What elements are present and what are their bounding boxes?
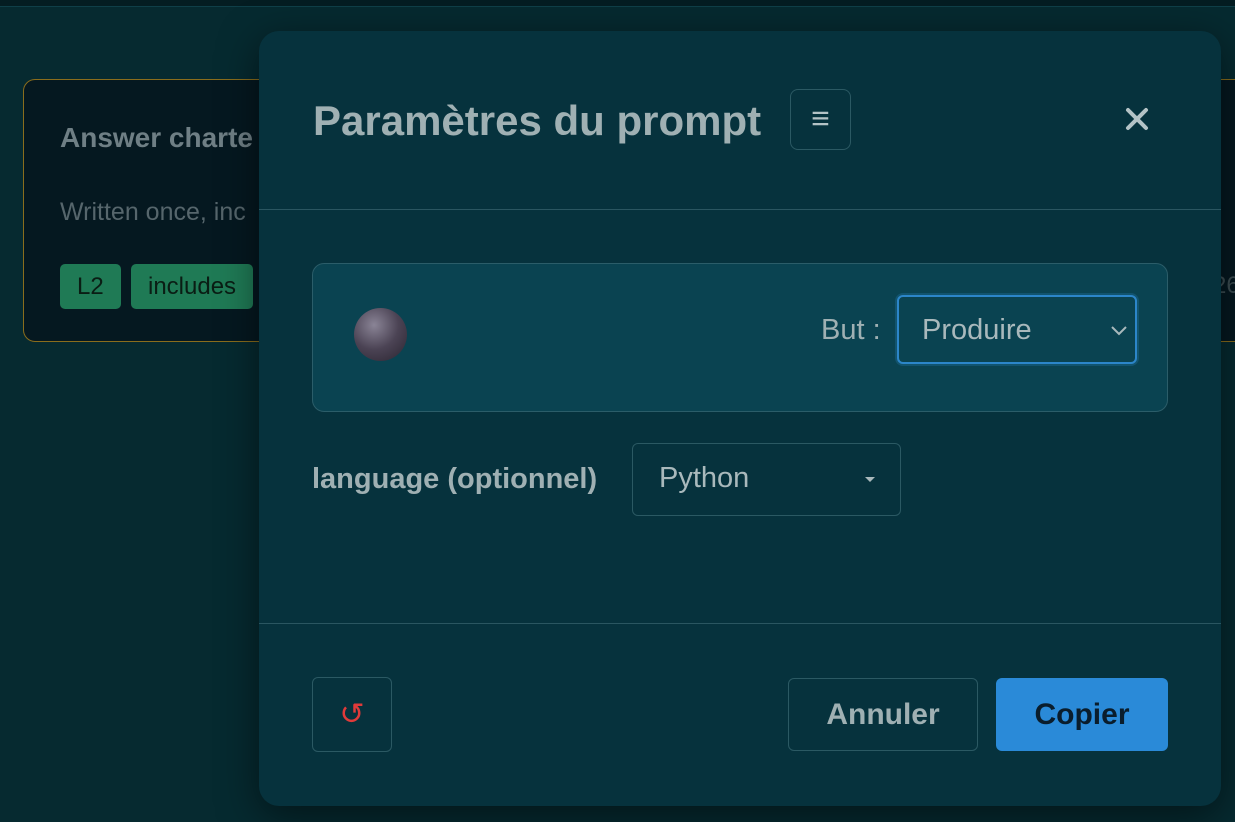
card-title: Answer charte <box>60 122 253 153</box>
reset-button[interactable]: ↺ <box>312 677 392 752</box>
copy-button[interactable]: Copier <box>996 678 1168 751</box>
close-icon <box>1126 108 1148 130</box>
cancel-button[interactable]: Annuler <box>788 678 978 751</box>
tag-level: L2 <box>60 264 121 309</box>
purpose-select[interactable]: Produire <box>897 295 1137 364</box>
menu-icon: ≡ <box>811 100 830 136</box>
avatar <box>354 308 407 361</box>
top-bar <box>0 0 1235 7</box>
language-select[interactable]: Python <box>632 443 901 516</box>
tag-includes: includes <box>131 264 254 309</box>
purpose-value: Produire <box>922 314 1032 346</box>
prompt-settings-modal: Paramètres du prompt ≡ But : Produire la… <box>259 31 1221 806</box>
language-label: language (optionnel) <box>312 463 598 495</box>
chevron-down-icon <box>1111 326 1127 336</box>
footer-divider <box>259 623 1221 624</box>
reset-icon: ↺ <box>339 698 365 731</box>
modal-title: Paramètres du prompt <box>313 97 762 144</box>
purpose-label: But : <box>821 314 881 346</box>
menu-button[interactable]: ≡ <box>790 89 851 150</box>
card-description: Written once, inc <box>60 198 246 226</box>
close-button[interactable] <box>1121 103 1153 135</box>
purpose-panel: But : Produire <box>312 263 1168 412</box>
header-divider <box>259 209 1221 210</box>
language-value: Python <box>659 462 750 494</box>
caret-down-icon <box>865 477 875 482</box>
